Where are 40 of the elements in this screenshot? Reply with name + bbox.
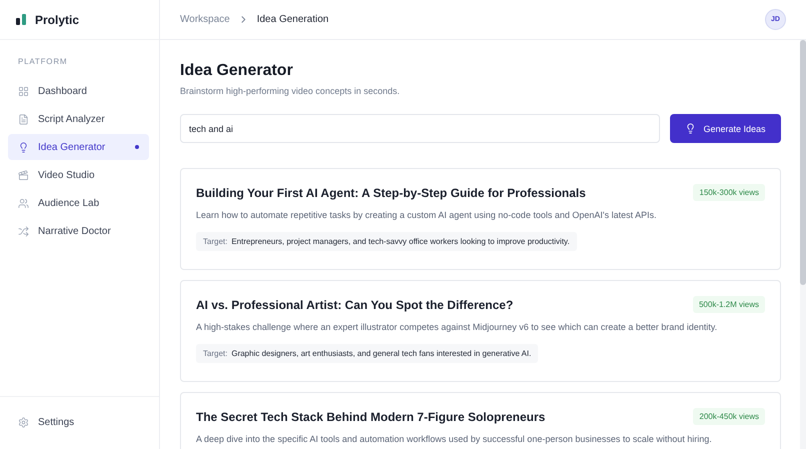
- idea-description: A high-stakes challenge where an expert illustrator competes against Midjourney v6 to see which can create a better brand identity.: [196, 322, 718, 332]
- nav-item[interactable]: Script Analyzer: [8, 106, 149, 132]
- settings-icon: [18, 416, 29, 428]
- target-text: Entrepreneurs, project managers, and tech-savvy office workers looking to improve productivity.: [231, 237, 570, 246]
- lightbulb-icon: [685, 123, 696, 134]
- lightbulb-icon: [18, 142, 29, 152]
- shuffle-icon: [18, 226, 29, 236]
- page-subtitle: Brainstorm high-performing video concepts in seconds.: [180, 86, 401, 96]
- scrollbar-thumb[interactable]: [800, 40, 806, 285]
- logo-icon: [16, 14, 27, 25]
- generate-ideas-button[interactable]: Generate Ideas: [670, 114, 781, 143]
- clapperboard-icon: [18, 170, 29, 180]
- target-label: Target:: [203, 349, 228, 358]
- nav-item[interactable]: Idea Generator: [8, 134, 149, 160]
- scrollbar[interactable]: [800, 40, 806, 449]
- page-title: Idea Generator: [180, 62, 294, 80]
- nav-item[interactable]: Audience Lab: [8, 190, 149, 216]
- grid-icon: [18, 86, 29, 96]
- breadcrumb-item: Idea Generation: [256, 14, 329, 25]
- document-icon: [18, 114, 29, 124]
- views-badge: 500k-1.2M views: [692, 296, 765, 313]
- views-badge: 200k-450k views: [693, 408, 765, 425]
- nav-item[interactable]: Narrative Doctor: [8, 218, 149, 244]
- idea-title: Building Your First AI Agent: A Step-by-Step Guide for Professionals: [196, 186, 586, 200]
- idea-description: Learn how to automate repetitive tasks by creating a custom AI agent using no-code tools and OpenAI's latest APIs.: [196, 210, 658, 220]
- users-icon: [18, 198, 29, 208]
- breadcrumb-item[interactable]: Workspace: [180, 14, 230, 25]
- target-text: Graphic designers, art enthusiasts, and general tech fans interested in generative AI.: [231, 349, 532, 358]
- topic-input-field[interactable]: tech and ai: [180, 114, 660, 143]
- views-badge: 150k-300k views: [693, 184, 765, 201]
- idea-description: A deep dive into the specific AI tools and automation workflows used by successful one-person businesses to scale without hiring.: [196, 434, 713, 444]
- target-label: Target:: [203, 237, 228, 246]
- section-label: PLATFORM: [17, 56, 68, 68]
- nav-item[interactable]: Video Studio: [8, 162, 149, 188]
- nav-item[interactable]: Settings: [8, 409, 151, 435]
- brand-name: Prolytic: [35, 12, 80, 26]
- nav-item[interactable]: Dashboard: [8, 78, 149, 104]
- active-dot: [135, 145, 139, 149]
- idea-title: AI vs. Professional Artist: Can You Spot the Difference?: [196, 298, 514, 312]
- idea-title: The Secret Tech Stack Behind Modern 7-Figure Solopreneurs: [196, 410, 546, 424]
